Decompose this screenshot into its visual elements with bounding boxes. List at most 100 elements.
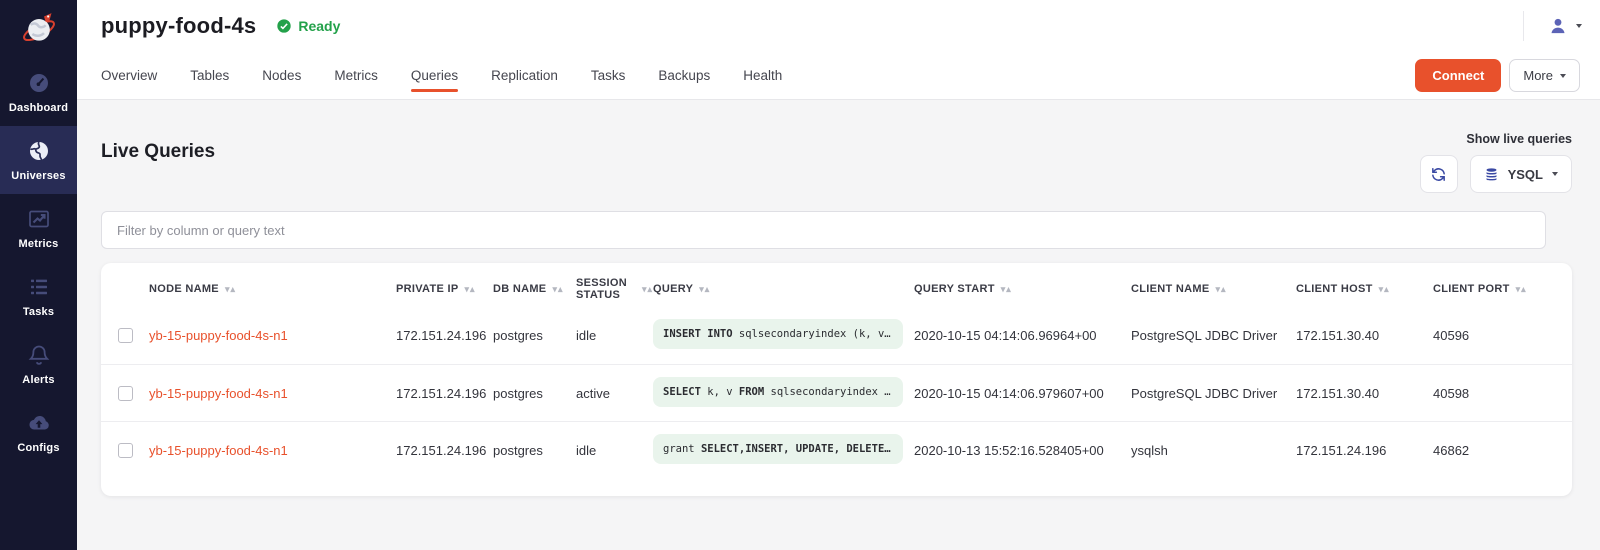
chevron-down-icon [1576,24,1582,28]
tab-replication[interactable]: Replication [491,52,558,99]
sort-icon: ▾▴ [465,285,476,294]
checkbox-cell [101,443,149,458]
user-menu[interactable] [1523,11,1582,41]
private-ip-cell: 172.151.24.196 [396,328,493,343]
tab-health[interactable]: Health [743,52,782,99]
toolbar-buttons: YSQL [1420,155,1572,193]
sidebar-item-alerts[interactable]: Alerts [0,330,77,398]
status-badge: Ready [276,18,340,34]
api-selector-dropdown[interactable]: YSQL [1470,155,1572,193]
column-header-node-name[interactable]: NODE NAME ▾▴ [149,283,396,295]
db-name-cell: postgres [493,386,576,401]
sort-icon: ▾▴ [642,285,653,294]
header-tabs-row: Overview Tables Nodes Metrics Queries Replica… [77,52,1600,100]
column-header-query-start[interactable]: QUERY START▾▴ [914,283,1131,295]
session-status-cell: idle [576,443,653,458]
live-queries-table: NODE NAME▾▴PRIVATE IP▾▴DB NAME▾▴SESSION … [101,263,1572,496]
tab-nodes[interactable]: Nodes [262,52,301,99]
column-header-client-host[interactable]: CLIENT HOST▾▴ [1296,283,1433,295]
node-name-link[interactable]: yb-15-puppy-food-4s-n1 [149,443,396,458]
tab-queries[interactable]: Queries [411,52,458,99]
status-text: Ready [298,18,340,34]
column-header-session-status[interactable]: SESSION STATUS ▾▴ [576,277,653,301]
column-header-private-ip[interactable]: PRIVATE IP ▾▴ [396,283,493,295]
session-status-cell: active [576,386,653,401]
table-header-row: NODE NAME▾▴PRIVATE IP▾▴DB NAME▾▴SESSION … [101,263,1572,307]
node-name-link[interactable]: yb-15-puppy-food-4s-n1 [149,386,396,401]
filter-input[interactable] [101,211,1546,249]
table-row: yb-15-puppy-food-4s-n1172.151.24.196post… [101,364,1572,421]
client-host-cell: 172.151.30.40 [1296,386,1433,401]
sidebar-item-label: Tasks [23,306,54,318]
yugabyte-logo[interactable] [0,0,77,58]
header-top-row: puppy-food-4s Ready [77,0,1600,52]
content-pane: puppy-food-4s Ready OverviewT [77,0,1600,550]
client-name-cell: ysqlsh [1131,443,1296,458]
tab-tables[interactable]: Tables [190,52,229,99]
node-name-link[interactable]: yb-15-puppy-food-4s-n1 [149,328,396,343]
client-host-cell: 172.151.30.40 [1296,328,1433,343]
more-button-label: More [1523,68,1553,83]
sort-icon: ▾▴ [225,285,236,294]
sort-icon: ▾▴ [1516,285,1527,294]
tab-overview[interactable]: Overview [101,52,157,99]
sidebar-item-label: Configs [17,442,59,454]
query-chip[interactable]: SELECT k, v FROM sqlsecondaryindex … [653,377,903,407]
row-checkbox[interactable] [118,443,133,458]
sidebar-item-universes[interactable]: Universes [0,126,77,194]
sidebar-item-tasks[interactable]: Tasks [0,262,77,330]
client-port-cell: 46862 [1433,443,1572,458]
row-checkbox[interactable] [118,386,133,401]
sidebar-item-label: Dashboard [9,102,68,114]
private-ip-cell: 172.151.24.196 [396,443,493,458]
query-chip[interactable]: grant SELECT,INSERT, UPDATE, DELETE… [653,434,903,464]
tab-metrics[interactable]: Metrics [334,52,378,99]
connect-button[interactable]: Connect [1415,59,1501,92]
database-icon [1484,167,1499,182]
sidebar-item-metrics[interactable]: Metrics [0,194,77,262]
cloud-icon [27,411,51,435]
sidebar-item-dashboard[interactable]: Dashboard [0,58,77,126]
live-queries-page: Live Queries Show live queries [77,100,1600,550]
query-cell: SELECT k, v FROM sqlsecondaryindex … [653,377,914,410]
more-button[interactable]: More [1509,59,1580,92]
row-checkbox[interactable] [118,328,133,343]
column-header-client-name[interactable]: CLIENT NAME▾▴ [1131,283,1296,295]
query-cell: INSERT INTO sqlsecondaryindex (k, v… [653,319,914,352]
column-header-label: NODE NAME [149,283,219,295]
refresh-icon [1430,166,1447,183]
column-header-label: QUERY [653,283,693,295]
sort-icon: ▾▴ [1001,285,1012,294]
chevron-down-icon [1552,172,1558,176]
tab-tasks[interactable]: Tasks [591,52,626,99]
tab-backups[interactable]: Backups [658,52,710,99]
sort-icon: ▾▴ [552,285,563,294]
header-actions: Connect More [1415,59,1580,92]
gauge-icon [27,71,51,95]
sort-icon: ▾▴ [699,285,710,294]
live-queries-toolbar: Live Queries Show live queries [101,132,1572,193]
checkbox-cell [101,386,149,401]
column-header-label: CLIENT PORT [1433,283,1510,295]
column-header-db-name[interactable]: DB NAME ▾▴ [493,283,576,295]
chevron-down-icon [1560,74,1566,78]
app-root: DashboardUniversesMetricsTasksAlertsConf… [0,0,1600,550]
bell-icon [27,343,51,367]
sort-icon: ▾▴ [1215,285,1226,294]
client-port-cell: 40596 [1433,328,1572,343]
sidebar-item-configs[interactable]: Configs [0,398,77,466]
column-header-label: SESSION STATUS [576,277,636,301]
column-header-client-port[interactable]: CLIENT PORT ▾▴ [1433,283,1572,295]
query-start-cell: 2020-10-13 15:52:16.528405+00 [914,443,1131,458]
db-name-cell: postgres [493,328,576,343]
query-chip[interactable]: INSERT INTO sqlsecondaryindex (k, v… [653,319,903,349]
user-icon [1548,16,1568,36]
column-header-label: DB NAME [493,283,546,295]
client-port-cell: 40598 [1433,386,1572,401]
client-name-cell: PostgreSQL JDBC Driver [1131,386,1296,401]
sidebar: Dashboard UniversesMetrics Tasks Alerts Conf… [0,0,77,550]
query-start-cell: 2020-10-15 04:14:06.979607+00 [914,386,1131,401]
column-header-label: PRIVATE IP [396,283,459,295]
refresh-button[interactable] [1420,155,1458,193]
column-header-query[interactable]: QUERY ▾▴ [653,283,914,295]
